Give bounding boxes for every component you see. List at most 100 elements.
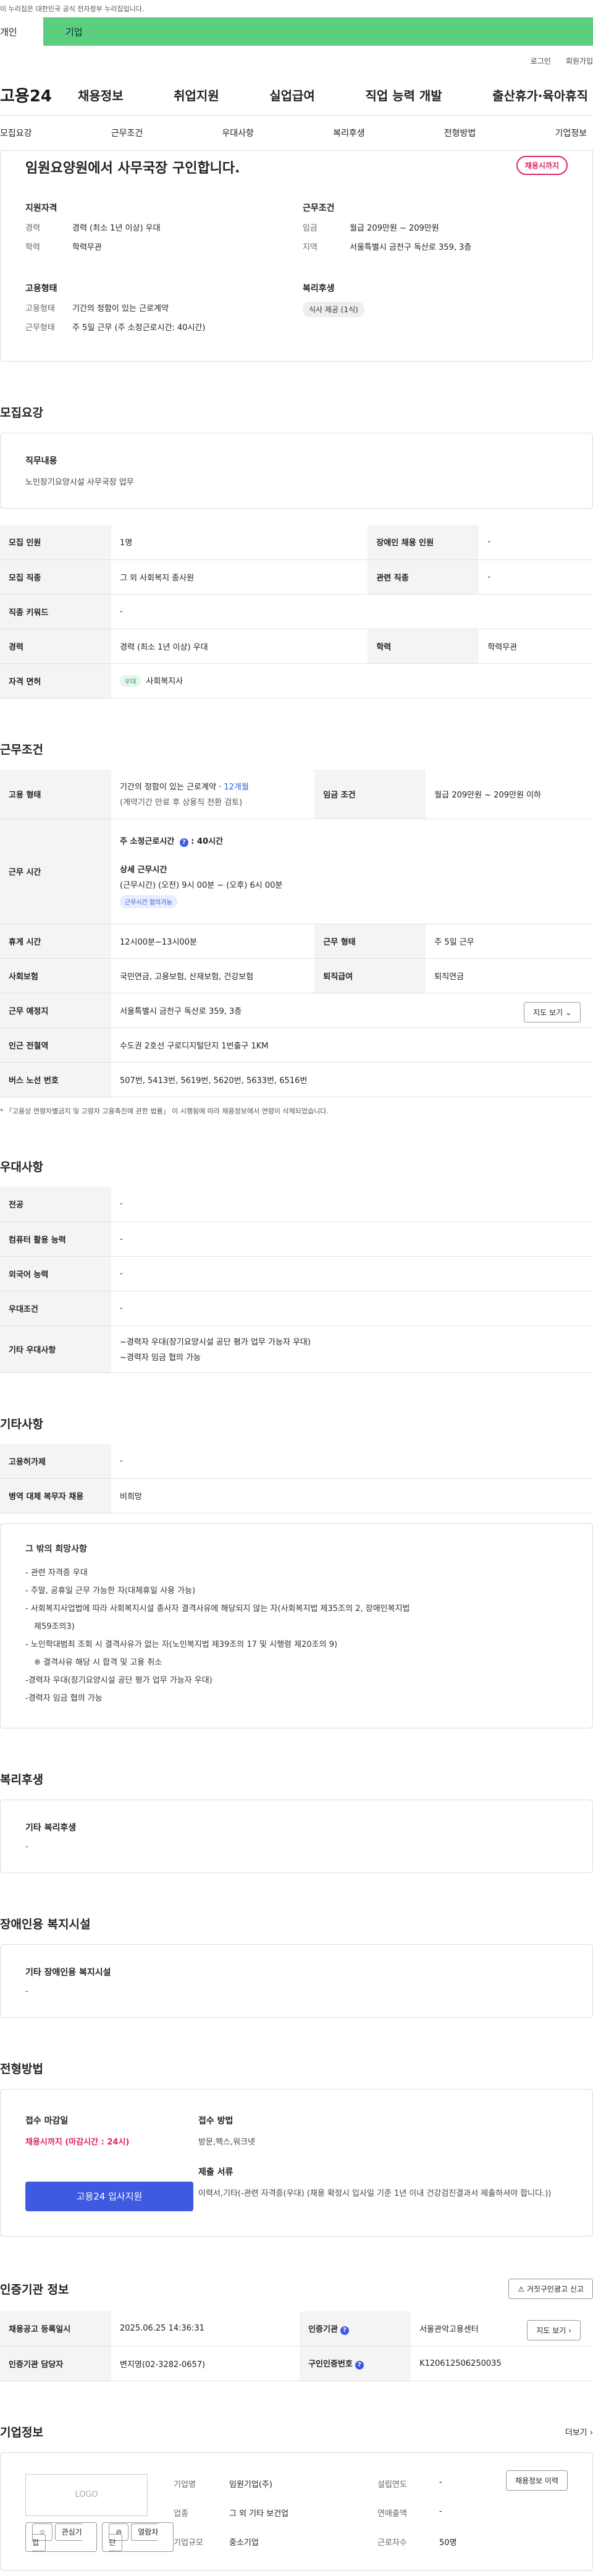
table-row: 고용 형태 기간의 정함이 있는 근로계약 · 12개월 (계약기간 만료 후 상… (0, 769, 593, 819)
other-table: 고용허가제 - 병역 대체 복무자 채용 비희망 (0, 1443, 593, 1513)
cell-value: 서울관악고용센터 지도 보기 › (411, 2311, 593, 2347)
label: 지역 (303, 243, 318, 252)
value: 그 외 기타 보건업 (229, 2509, 289, 2519)
cell-label: 인증기관 담당자 (0, 2346, 111, 2381)
table-row: 자격 면허 우대 사회복지사 (0, 663, 593, 699)
agency-map-button[interactable]: 지도 보기 › (527, 2320, 581, 2340)
cell-value: 1명 (111, 525, 368, 560)
weekly-hours-label: 주 소정근로시간 (120, 837, 175, 846)
agency-map-label: 지도 보기 (536, 2326, 566, 2335)
label: 설립연도 (377, 2480, 407, 2489)
section-nav: 모집요강 근무조건 우대사항 복리후생 전형방법 기업정보 (0, 115, 593, 151)
cell-label: 고용 형태 (0, 769, 111, 819)
gnb-jobs[interactable]: 채용정보 (78, 86, 124, 104)
info-icon[interactable]: ? (355, 2361, 364, 2370)
company-logo: LOGO (25, 2473, 148, 2516)
value: - (439, 2506, 442, 2516)
map-button[interactable]: 지도 보기 ⌄ (524, 1002, 581, 1022)
cell-value: 국민연금, 고용보험, 산재보험, 건강보험 (111, 958, 315, 993)
table-row: 우대조건 - (0, 1291, 593, 1326)
benefit-box-value: - (25, 1842, 28, 1851)
other-wishes-heading: 그 밖의 희망사항 (25, 1544, 87, 1554)
gnb-vocational[interactable]: 직업 능력 개발 (365, 86, 442, 104)
qual-heading: 지원자격 (25, 203, 57, 213)
cell-label: 근무 형태 (314, 924, 426, 959)
value: 경력 (최소 1년 이상) 우대 (72, 224, 161, 233)
cell-label: 인근 전철역 (0, 1027, 111, 1063)
site-logo[interactable]: 고용24 (0, 83, 78, 106)
pref-heading: 우대사항 (0, 1160, 43, 1174)
tab-personal[interactable]: 개인 (0, 17, 43, 46)
negotiable-tag: 근무시간 협의가능 (120, 895, 177, 908)
cell-value: ~경력자 우대(장기요양시설 공단 평가 업무 가능자 우대) ~경력자 임금 협… (111, 1325, 593, 1373)
benefit-heading: 복리후생 (0, 1773, 43, 1787)
cell-value: - (111, 1443, 593, 1479)
cell-value: 그 외 사회복지 종사원 (111, 559, 368, 595)
other-heading: 기타사항 (0, 1417, 43, 1431)
table-row: 기타 우대사항 ~경력자 우대(장기요양시설 공단 평가 업무 가능자 우대) ~경… (0, 1325, 593, 1373)
cell-label: 전공 (0, 1187, 111, 1222)
history-button[interactable]: 채용정보 이력 (505, 2470, 568, 2491)
gnb-employment-support[interactable]: 취업지원 (174, 86, 219, 104)
job-desc: 노인장기요양시설 사무국장 업무 (25, 478, 134, 487)
disabled-box-heading: 기타 장애인용 복지시설 (25, 1968, 111, 1978)
table-row: 외국어 능력 - (0, 1256, 593, 1291)
label: 연매출액 (377, 2509, 407, 2519)
deadline-value: 채용시까지 (마감시간 : 24시) (25, 2138, 130, 2147)
block-button[interactable]: ⊘ 열람차단 (102, 2522, 174, 2552)
cell-value: - (111, 1222, 593, 1257)
info-icon[interactable]: ? (340, 2326, 349, 2335)
report-button[interactable]: ⚠ 거짓구인광고 신고 (508, 2279, 593, 2299)
pref-tag: 우대 (120, 675, 141, 687)
snb-pref[interactable]: 우대사항 (222, 127, 254, 139)
pref-table: 전공 - 컴퓨터 활용 능력 - 외국어 능력 - 우대조건 - 기타 우대사항 ~경력자… (0, 1187, 593, 1373)
pref-line: ~경력자 우대(장기요양시설 공단 평가 업무 가능자 우대) (120, 1338, 311, 1347)
snb-work[interactable]: 근무조건 (111, 127, 143, 139)
info-icon[interactable]: ? (179, 838, 188, 847)
table-row: 근무 시간 주 소정근로시간 ? : 40시간 상세 근무시간 (근무시간) (… (0, 818, 593, 924)
summary-qualification: 지원자격 경력 경력 (최소 1년 이상) 우대 학력 학력무관 (25, 202, 290, 260)
disabled-box: 기타 장애인용 복지시설 - (0, 1944, 593, 2018)
summary-welfare: 복리후생 식사 제공 (1식) (303, 282, 568, 340)
cell-label: 경력 (0, 629, 111, 664)
favorite-button[interactable]: ☆ 관심기업 (25, 2522, 98, 2552)
agency-table: 채용공고 등록일시 2025.06.25 14:36:31 인증기관? 서울관악고… (0, 2311, 593, 2381)
label: 경력 (25, 224, 40, 233)
wish-line: 제59조의3) (34, 1622, 75, 1631)
map-button-label: 지도 보기 (533, 1008, 563, 1017)
org-value: 서울관악고용센터 (419, 2325, 479, 2335)
apply-card: 접수 마감일 채용시까지 (마감시간 : 24시) 고용24 입사지원 접수 방… (0, 2089, 593, 2237)
cell-label: 근무 예정지 (0, 993, 111, 1028)
gnb-leave[interactable]: 출산휴가·육아휴직 (492, 86, 588, 104)
welfare-heading: 복리후생 (303, 284, 335, 294)
tab-business[interactable]: 기업 (43, 17, 593, 46)
recruit-heading: 모집요강 (0, 406, 43, 420)
form-note: (계약기간 만료 후 상용직 전환 검토) (120, 798, 243, 808)
more-label: 더보기 (565, 2428, 587, 2438)
top-tabs: 개인 기업 (0, 17, 593, 46)
apply-button[interactable]: 고용24 입사지원 (25, 2182, 193, 2211)
snb-recruit[interactable]: 모집요강 (0, 127, 32, 139)
wish-line: - 사회복지사업법에 따라 사회복지시설 종사자 결격사유에 해당되지 않는 자… (25, 1604, 410, 1613)
cell-label: 인증기관? (300, 2311, 411, 2347)
cell-label: 장애인 채용 인원 (368, 525, 479, 560)
snb-company[interactable]: 기업정보 (555, 127, 587, 139)
cell-value: 학력무관 (479, 629, 593, 664)
value: 기간의 정함이 있는 근로계약 (72, 304, 169, 313)
signup-link[interactable]: 회원가입 (566, 56, 593, 74)
snb-apply[interactable]: 전형방법 (444, 127, 476, 139)
cell-value: - (111, 1187, 593, 1222)
utility-links: 로그인 회원가입 (0, 46, 593, 74)
cell-label: 구인인증번호? (300, 2346, 411, 2381)
more-link[interactable]: 더보기 › (565, 2426, 593, 2438)
job-title: 임원요양원에서 사무국장 구인합니다. (25, 161, 240, 176)
gnb-unemployment[interactable]: 실업급여 (269, 86, 315, 104)
wish-line: - 주말, 공휴일 근무 가능한 자(대체휴일 사용 가능) (25, 1586, 196, 1596)
snb-benefit[interactable]: 복리후생 (333, 127, 365, 139)
table-row: 경력 경력 (최소 1년 이상) 우대 학력 학력무관 (0, 629, 593, 664)
wish-line: -경력자 임금 협의 가능 (25, 1694, 103, 1703)
label: 학력 (25, 243, 40, 252)
cell-value: 비희망 (111, 1478, 593, 1513)
cell-value: - (111, 1256, 593, 1291)
login-link[interactable]: 로그인 (531, 56, 551, 74)
